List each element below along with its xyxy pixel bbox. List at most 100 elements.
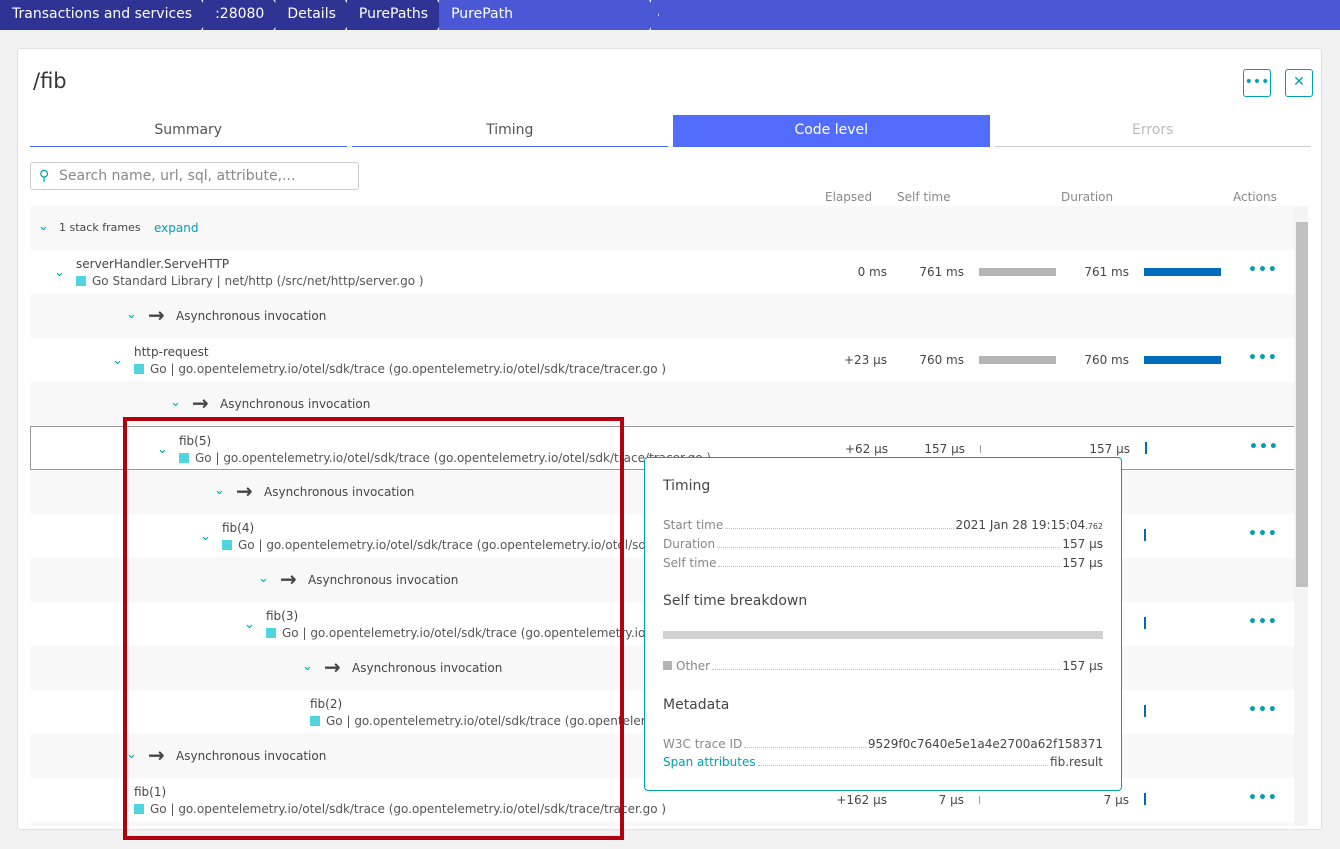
chevron-down-icon[interactable]: ⌄ — [126, 307, 137, 322]
metadata-heading: Metadata — [663, 697, 730, 713]
technology-icon — [134, 364, 144, 374]
call-row[interactable]: ⌄ serverHandler.ServeHTTP Go Standard Libr… — [30, 250, 1295, 294]
scrollbar[interactable] — [1294, 206, 1308, 826]
expand-link[interactable]: expand — [154, 221, 198, 235]
elapsed-value: +162 µs — [836, 793, 887, 807]
call-name: serverHandler.ServeHTTP — [76, 257, 230, 271]
stack-frames-row: ⌄ 1 stack frames expand — [30, 206, 1295, 250]
self-time-value: 761 ms — [919, 265, 964, 279]
column-actions: Actions — [1233, 190, 1277, 204]
arrow-right-icon: → — [192, 391, 209, 415]
start-time-row: Start time 2021 Jan 28 19:15:04.762 — [663, 518, 1103, 532]
duration-bar — [1145, 442, 1147, 454]
self-time-value: 157 µs — [924, 442, 965, 456]
duration-bar — [1144, 793, 1146, 805]
async-label: Asynchronous invocation — [220, 397, 371, 411]
column-duration: Duration — [1061, 190, 1114, 204]
duration-value: 760 ms — [1084, 353, 1129, 367]
elapsed-value: 0 ms — [857, 265, 887, 279]
arrow-right-icon: → — [148, 303, 165, 327]
tab-code-level[interactable]: Code level — [673, 115, 990, 147]
self-time-bar — [979, 356, 1056, 364]
async-invocation-row[interactable]: ⌄ → Asynchronous invocation — [30, 294, 1295, 338]
duration-bar — [1144, 705, 1146, 717]
scrollbar-thumb[interactable] — [1296, 222, 1308, 587]
start-time-label: Start time — [663, 518, 724, 532]
trace-id-label: W3C trace ID — [663, 737, 743, 751]
duration-value: 157 µs — [1089, 442, 1130, 456]
duration-value: 761 ms — [1084, 265, 1129, 279]
stack-frames-label: 1 stack frames — [59, 221, 141, 234]
self-time-value: 760 ms — [919, 353, 964, 367]
column-elapsed: Elapsed — [825, 190, 873, 204]
duration-value: 7 µs — [1103, 793, 1129, 807]
actions-button[interactable]: ••• — [1248, 262, 1278, 278]
chevron-down-icon[interactable]: ⌄ — [170, 395, 181, 410]
duration-label: Duration — [663, 537, 716, 551]
duration-bar — [1144, 617, 1146, 629]
search-placeholder: Search name, url, sql, attribute,... — [59, 168, 296, 184]
breakdown-heading: Self time breakdown — [663, 593, 808, 609]
call-source: Go Standard Library | net/http (/src/net… — [76, 274, 424, 288]
page-title: /fib — [33, 69, 67, 93]
breadcrumb-details[interactable]: Details — [275, 0, 355, 30]
start-time-value: 2021 Jan 28 19:15:04.762 — [955, 518, 1103, 532]
other-row: Other 157 µs — [663, 659, 1103, 673]
duration-bar — [1144, 268, 1221, 276]
actions-button[interactable]: ••• — [1249, 439, 1279, 455]
actions-button[interactable]: ••• — [1248, 790, 1278, 806]
actions-button[interactable]: ••• — [1248, 702, 1278, 718]
chevron-down-icon[interactable]: ⌄ — [54, 265, 65, 280]
call-row[interactable]: ⌄ http-request Go | go.opentelemetry.io/ot… — [30, 338, 1295, 382]
async-label: Asynchronous invocation — [176, 309, 327, 323]
self-time-value: 157 µs — [1062, 556, 1103, 570]
trace-id-value: 9529f0c7640e5e1a4e2700a62f158371 — [867, 737, 1103, 751]
duration-row: Duration 157 µs — [663, 537, 1103, 551]
self-time-bar — [980, 445, 981, 453]
call-source: Go | go.opentelemetry.io/otel/sdk/trace … — [134, 362, 666, 376]
timing-heading: Timing — [663, 478, 711, 494]
elapsed-value: +62 µs — [844, 442, 888, 456]
breadcrumb-purepaths[interactable]: PurePaths — [347, 0, 447, 30]
search-icon: ⚲ — [39, 168, 50, 184]
breadcrumb: Transactions and services :28080 Details… — [0, 0, 1340, 30]
tab-summary[interactable]: Summary — [30, 115, 347, 147]
span-attributes-value: fib.result — [1050, 755, 1103, 769]
timing-popup: Timing Start time 2021 Jan 28 19:15:04.76… — [644, 457, 1122, 791]
breadcrumb-transactions[interactable]: Transactions and services — [0, 0, 211, 30]
actions-button[interactable]: ••• — [1248, 614, 1278, 630]
highlight-box — [123, 417, 624, 840]
breadcrumb-purepath: PurePath — [439, 0, 659, 30]
trace-id-row: W3C trace ID 9529f0c7640e5e1a4e2700a62f15… — [663, 737, 1103, 751]
self-time-label: Self time — [663, 556, 717, 570]
actions-button[interactable]: ••• — [1248, 526, 1278, 542]
more-horizontal-icon: ••• — [1244, 74, 1270, 90]
span-attributes-link[interactable]: Span attributes — [663, 755, 756, 769]
tab-timing[interactable]: Timing — [351, 115, 668, 147]
duration-bar — [1144, 529, 1146, 541]
self-time-value: 7 µs — [938, 793, 964, 807]
tab-errors: Errors — [994, 115, 1311, 147]
breadcrumb-port[interactable]: :28080 — [203, 0, 283, 30]
breadcrumb-fill — [651, 0, 1340, 30]
actions-button[interactable]: ••• — [1248, 350, 1278, 366]
span-attributes-row: Span attributes fib.result — [663, 755, 1103, 769]
chevron-down-icon[interactable]: ⌄ — [112, 353, 123, 368]
technology-icon — [76, 276, 86, 286]
other-value: 157 µs — [1062, 659, 1103, 673]
column-self-time: Self time — [897, 190, 951, 204]
search-input[interactable]: ⚲ Search name, url, sql, attribute,... — [30, 162, 359, 190]
more-button[interactable]: ••• — [1243, 69, 1271, 97]
other-label: Other — [676, 659, 711, 673]
other-swatch — [663, 661, 672, 670]
self-time-bar — [979, 796, 980, 804]
duration-bar — [1144, 356, 1221, 364]
tab-bar: Summary Timing Code level Errors — [30, 115, 1311, 147]
close-button[interactable]: ✕ — [1285, 69, 1313, 97]
self-time-bar — [979, 268, 1056, 276]
elapsed-value: +23 µs — [843, 353, 887, 367]
call-name: http-request — [134, 345, 209, 359]
self-time-row: Self time 157 µs — [663, 556, 1103, 570]
chevron-down-icon[interactable]: ⌄ — [38, 219, 49, 234]
breakdown-bar — [663, 631, 1103, 639]
